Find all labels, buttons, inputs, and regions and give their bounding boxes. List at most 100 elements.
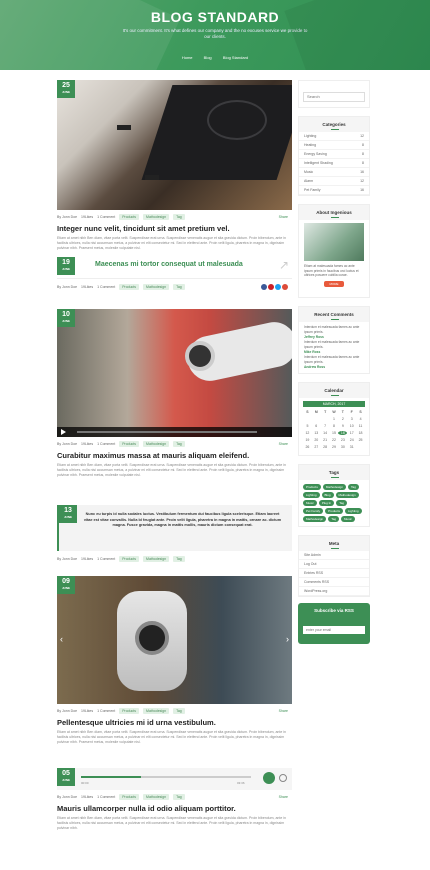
tag-link[interactable]: Tag (348, 484, 359, 490)
pinterest-icon[interactable] (268, 284, 274, 290)
share-button[interactable]: Share (279, 709, 288, 713)
search-input[interactable] (303, 91, 365, 102)
post-gallery[interactable]: 09 JUNE ‹ › (57, 576, 292, 704)
post-likes[interactable]: 19Likes (81, 709, 93, 713)
category-item[interactable]: Music 16 (299, 168, 369, 177)
share-button[interactable]: Share (279, 215, 288, 219)
post-likes[interactable]: 19Likes (81, 442, 93, 446)
calendar-day[interactable]: 23 (338, 438, 347, 442)
tag-link[interactable]: Music (303, 500, 317, 506)
post-tag[interactable]: Mathodesign (143, 214, 170, 220)
tag-link[interactable]: Lighting (303, 492, 320, 498)
meta-link[interactable]: Entries RSS (299, 569, 369, 578)
meta-link[interactable]: WordPress.org (299, 587, 369, 596)
post-comments[interactable]: 1 Comment (97, 442, 115, 446)
calendar-day[interactable]: 21 (321, 438, 330, 442)
volume-icon[interactable] (279, 774, 287, 782)
post-likes[interactable]: 19Likes (81, 215, 93, 219)
post-tag[interactable]: Tag (173, 556, 185, 562)
calendar-day[interactable]: 27 (312, 445, 321, 449)
video-controls[interactable] (57, 427, 292, 437)
post-likes[interactable]: 19Likes (81, 795, 93, 799)
post-tag[interactable]: Products (119, 794, 140, 800)
calendar-day[interactable]: 22 (330, 438, 339, 442)
post-comments[interactable]: 1 Comment (97, 795, 115, 799)
share-button[interactable]: Share (279, 795, 288, 799)
calendar-day[interactable]: 15 (330, 431, 339, 435)
breadcrumb-blog-standard[interactable]: Blog Standard (223, 55, 248, 60)
post-link-title[interactable]: Maecenas mi tortor consequat ut malesuad… (95, 261, 243, 268)
post-title[interactable]: Mauris ullamcorper nulla id odio aliquam… (57, 804, 292, 813)
category-item[interactable]: Intelligent Shading 8 (299, 159, 369, 168)
category-item[interactable]: Pet Family 16 (299, 186, 369, 195)
comment-item[interactable]: Interdum et malesuada fames ac ante ipsu… (304, 340, 364, 355)
post-title[interactable]: Integer nunc velit, tincidunt sit amet p… (57, 224, 292, 233)
category-item[interactable]: Alarm 12 (299, 177, 369, 186)
calendar-day[interactable]: 14 (321, 431, 330, 435)
meta-link[interactable]: Comments RSS (299, 578, 369, 587)
calendar-day[interactable]: 26 (303, 445, 312, 449)
post-tag[interactable]: Mathodesign (143, 794, 170, 800)
tag-link[interactable]: Plug In (318, 500, 335, 506)
post-tag[interactable]: Tag (173, 214, 185, 220)
share-button[interactable]: Share (279, 442, 288, 446)
post-tag[interactable]: Mathodesign (143, 708, 170, 714)
post-title[interactable]: Pellentesque ultricies mi id urna vestib… (57, 718, 292, 727)
meta-link[interactable]: Log Out (299, 560, 369, 569)
post-author[interactable]: By Jonn Doe (57, 442, 77, 446)
calendar-day[interactable]: 11 (356, 424, 365, 428)
post-tag[interactable]: Products (119, 214, 140, 220)
breadcrumb-blog[interactable]: Blog (204, 55, 212, 60)
post-tag[interactable]: Products (119, 441, 140, 447)
post-comments[interactable]: 1 Comment (97, 215, 115, 219)
calendar-day[interactable]: 5 (303, 424, 312, 428)
calendar-day[interactable]: 4 (356, 417, 365, 421)
post-author[interactable]: By Jonn Doe (57, 285, 77, 289)
google-icon[interactable] (282, 284, 288, 290)
post-author[interactable]: By Jonn Doe (57, 795, 77, 799)
tag-link[interactable]: Products (303, 484, 321, 490)
post-image-cooktop[interactable]: 25 JUNE (57, 80, 292, 210)
calendar-day[interactable]: 1 (330, 417, 339, 421)
calendar-day[interactable]: 6 (312, 424, 321, 428)
email-field[interactable] (303, 626, 365, 634)
gallery-next-arrow[interactable]: › (286, 634, 289, 644)
play-icon[interactable] (263, 772, 275, 784)
category-item[interactable]: Lighting 12 (299, 132, 369, 141)
calendar-day[interactable]: 25 (356, 438, 365, 442)
post-likes[interactable]: 19Likes (81, 557, 93, 561)
calendar-day[interactable]: 12 (303, 431, 312, 435)
calendar-day[interactable]: 28 (321, 445, 330, 449)
calendar-day[interactable]: 13 (312, 431, 321, 435)
post-tag[interactable]: Products (119, 708, 140, 714)
post-tag[interactable]: Tag (173, 794, 185, 800)
calendar-day[interactable]: 10 (347, 424, 356, 428)
tag-link[interactable]: Tag (328, 516, 340, 522)
tag-link[interactable]: Pet Family (303, 508, 324, 514)
post-tag[interactable]: Mathodesign (143, 284, 170, 290)
calendar-day[interactable]: 24 (347, 438, 356, 442)
calendar-day[interactable]: 29 (330, 445, 339, 449)
tag-link[interactable]: Mathodesign (303, 516, 327, 522)
calendar-day[interactable]: 7 (321, 424, 330, 428)
calendar-day[interactable]: 30 (338, 445, 347, 449)
calendar-day[interactable]: 19 (303, 438, 312, 442)
post-tag[interactable]: Mathodesign (143, 556, 170, 562)
calendar-day[interactable]: 16 (338, 431, 348, 435)
meta-link[interactable]: Site Admin (299, 551, 369, 560)
post-comments[interactable]: 1 Comment (97, 557, 115, 561)
play-icon[interactable] (61, 429, 66, 435)
calendar-day[interactable]: 9 (338, 424, 347, 428)
post-comments[interactable]: 1 Comment (97, 285, 115, 289)
calendar-day[interactable]: 17 (347, 431, 356, 435)
breadcrumb-home[interactable]: Home (182, 55, 193, 60)
gallery-prev-arrow[interactable]: ‹ (60, 634, 63, 644)
twitter-icon[interactable] (275, 284, 281, 290)
video-progress[interactable] (77, 431, 257, 433)
post-title[interactable]: Curabitur maximus massa at mauris aliqua… (57, 451, 292, 460)
post-author[interactable]: By Jonn Doe (57, 709, 77, 713)
tag-link[interactable]: Blog (321, 492, 334, 498)
post-tag[interactable]: Tag (173, 284, 185, 290)
calendar-day[interactable]: 3 (347, 417, 356, 421)
about-more-button[interactable]: MORE (324, 280, 344, 287)
